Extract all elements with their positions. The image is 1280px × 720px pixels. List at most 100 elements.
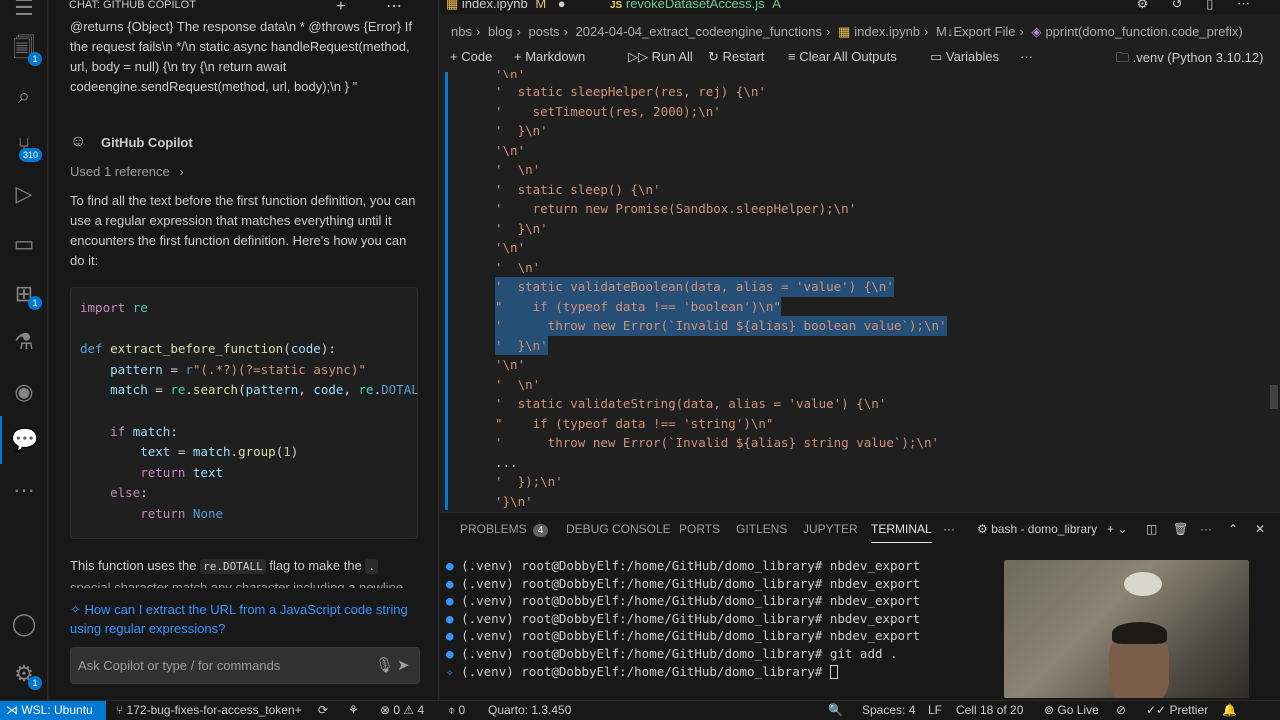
run-debug-icon[interactable]: ▷ <box>0 170 48 218</box>
copilot-status-icon[interactable]: ⊘ <box>1116 703 1126 718</box>
settings-gear-icon[interactable]: ⚙ 1 <box>0 650 48 698</box>
testing-icon[interactable]: ⚗ <box>0 318 48 366</box>
add-markdown-button[interactable]: + Markdown <box>514 49 585 64</box>
zoom-icon[interactable]: 🔍 <box>828 703 843 718</box>
tab-ports[interactable]: PORTS <box>679 522 720 536</box>
explorer-icon[interactable]: 🗐 1 <box>0 26 48 74</box>
terminal-prompt-line: ✧ (.venv) root@DobbyElf:/home/GitHub/dom… <box>446 663 1006 681</box>
tab-revoke-dataset-access[interactable]: JS revokeDatasetAccess.js A <box>610 0 830 14</box>
clear-icon: ≡ <box>788 49 800 64</box>
terminal-line: ● (.venv) root@DobbyElf:/home/GitHub/dom… <box>446 628 921 644</box>
sparkle-icon: ✧ <box>70 602 85 617</box>
microphone-icon[interactable]: 🎙 <box>375 656 394 674</box>
clear-outputs-label: Clear All Outputs <box>799 49 897 64</box>
add-markdown-label: Markdown <box>525 49 586 64</box>
double-check-icon: ✓✓ <box>1146 703 1170 717</box>
ports-status[interactable]: ⌽ 0 <box>448 703 465 718</box>
notifications-icon[interactable]: 🔔 <box>1222 703 1237 718</box>
reference-toggle[interactable]: Used 1 reference › <box>70 164 184 179</box>
tab-gitlens[interactable]: GITLENS <box>736 522 787 536</box>
tab-problems[interactable]: PROBLEMS 4 <box>460 522 549 537</box>
tab-index-ipynb[interactable]: ▦ index.ipynb M ● <box>446 0 596 14</box>
clear-outputs-button[interactable]: ≡ Clear All Outputs <box>788 49 897 64</box>
terminal-output[interactable]: ● (.venv) root@DobbyElf:/home/GitHub/dom… <box>446 557 1006 680</box>
new-terminal-icon[interactable]: + ⌄ <box>1107 522 1127 536</box>
breadcrumb-item[interactable]: posts <box>528 24 559 39</box>
add-code-button[interactable]: + Code <box>450 49 492 64</box>
breadcrumb-item[interactable]: M↓Export File <box>936 24 1015 39</box>
more-views-icon[interactable]: ··· <box>0 466 48 514</box>
problems-status[interactable]: ⊗ 0 ⚠ 4 <box>380 703 424 718</box>
output-ellipsis: ... <box>495 454 518 470</box>
panel-more-icon[interactable]: ··· <box>943 522 955 536</box>
restart-button[interactable]: ↻ Restart <box>708 49 764 65</box>
breadcrumb-item[interactable]: 2024-04-04_extract_codeengine_functions <box>576 24 822 39</box>
github-icon[interactable]: ◉ <box>0 368 48 416</box>
close-panel-icon[interactable]: ✕ <box>1255 522 1265 536</box>
breadcrumb-item[interactable]: nbs <box>451 24 472 39</box>
sync-icon[interactable]: ⟳ <box>318 703 328 718</box>
terminal-more-icon[interactable]: ··· <box>1200 522 1212 536</box>
inline-code-dot: . <box>365 559 379 574</box>
variables-button[interactable]: ▭ Variables <box>930 49 999 65</box>
editor-actions[interactable]: ⚙ ↺ ▯ ⋯ <box>1136 0 1260 12</box>
tab-jupyter[interactable]: JUPYTER <box>803 522 858 536</box>
prettier-status[interactable]: ✓✓ Prettier <box>1146 703 1208 718</box>
panel-tabs: PROBLEMS 4 DEBUG CONSOLE PORTS GITLENS JU… <box>440 513 1280 543</box>
output-line-selected: ' }\n' <box>495 335 548 355</box>
activity-bar: ☰ 🗐 1 ⌕ ⑂ 310 ▷ ▭ ⊞ 1 ⚗ ◉ 💬 ··· ◯ ⚙ 1 <box>0 0 48 700</box>
extensions-icon[interactable]: ⊞ 1 <box>0 270 48 318</box>
editor-scrollbar[interactable] <box>1270 385 1278 409</box>
output-line: ' static sleepHelper(res, rej) {\n' <box>495 84 766 99</box>
add-code-label: Code <box>461 49 493 64</box>
chat-input[interactable] <box>71 648 361 683</box>
unsaved-dot-icon[interactable]: ● <box>558 0 566 11</box>
indentation[interactable]: Spaces: 4 <box>862 703 915 718</box>
editor-area: ▦ index.ipynb M ● JS revokeDatasetAccess… <box>440 0 1280 512</box>
account-icon[interactable]: ◯ <box>0 600 48 648</box>
git-graph-icon[interactable]: ⚘ <box>348 703 359 718</box>
chat-header-actions[interactable]: + ⋯ <box>336 0 420 16</box>
terminal-shell-picker[interactable]: ⚙ bash - domo_library <box>977 522 1097 536</box>
explanation-part-1: This function uses the <box>70 558 197 573</box>
git-branch[interactable]: ⑂ 172-bug-fixes-for-access_token+ <box>116 703 302 718</box>
quarto-version[interactable]: Quarto: 1.3.450 <box>488 703 571 718</box>
remote-indicator[interactable]: ⋊ WSL: Ubuntu <box>0 701 106 720</box>
source-control-icon[interactable]: ⑂ 310 <box>0 122 48 170</box>
kill-terminal-icon[interactable]: 🗑 <box>1173 522 1188 536</box>
tab-debug-console[interactable]: DEBUG CONSOLE <box>566 522 671 536</box>
search-icon[interactable]: ⌕ <box>0 72 48 120</box>
maximize-panel-icon[interactable]: ⌃ <box>1228 522 1238 536</box>
tab-terminal[interactable]: TERMINAL <box>871 522 932 543</box>
run-all-button[interactable]: ▷▷ Run All <box>628 49 693 65</box>
breadcrumb-item[interactable]: blog <box>488 24 513 39</box>
breadcrumb-item[interactable]: index.ipynb <box>854 24 920 39</box>
settings-badge: 1 <box>28 676 42 690</box>
warning-count: 4 <box>417 703 425 717</box>
send-icon[interactable]: ➤ <box>397 656 410 674</box>
answer-text: To find all the text before the first fu… <box>70 193 416 268</box>
remote-explorer-icon[interactable]: ▭ <box>0 220 48 268</box>
split-terminal-icon[interactable]: ◫ <box>1146 522 1157 536</box>
go-live-button[interactable]: ⊚ Go Live <box>1044 703 1099 718</box>
tab-label: revokeDatasetAccess.js <box>625 0 765 11</box>
shell-label: bash - domo_library <box>991 522 1098 536</box>
output-line: ' return new Promise(Sandbox.sleepHelper… <box>495 201 857 216</box>
output-line: '}\n' <box>495 493 533 509</box>
cell-position[interactable]: Cell 18 of 20 <box>956 703 1023 718</box>
followup-suggestion[interactable]: ✧ How can I extract the URL from a JavaS… <box>70 600 420 638</box>
output-line: ' });\n' <box>495 474 563 489</box>
cell-output[interactable]: '\n' ' static sleepHelper(res, rej) {\n'… <box>440 65 1280 512</box>
go-live-label: Go Live <box>1057 703 1099 717</box>
restart-icon: ↻ <box>708 49 723 64</box>
end-of-line[interactable]: LF <box>928 703 942 718</box>
toolbar-more-button[interactable]: ··· <box>1020 49 1033 64</box>
copilot-icon: ☺ <box>70 133 87 150</box>
code-block[interactable]: import re def extract_before_function(co… <box>70 287 418 539</box>
output-line: ' throw new Error(`Invalid ${alias} stri… <box>495 435 940 450</box>
breadcrumb-item[interactable]: pprint(domo_function.code_prefix) <box>1045 24 1242 39</box>
explorer-badge: 1 <box>28 52 42 66</box>
terminal-line: ● (.venv) root@DobbyElf:/home/GitHub/dom… <box>446 593 921 609</box>
chat-icon[interactable]: 💬 <box>0 416 48 464</box>
editor-tabs: ▦ index.ipynb M ● JS revokeDatasetAccess… <box>440 0 1280 14</box>
